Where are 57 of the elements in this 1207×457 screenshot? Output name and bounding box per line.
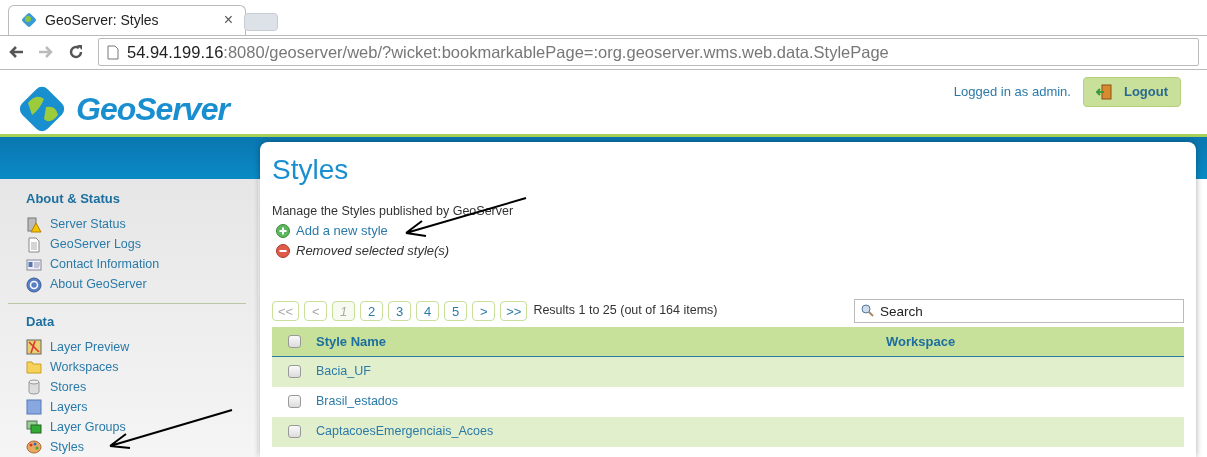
logout-button[interactable]: Logout — [1082, 77, 1181, 107]
column-header[interactable]: Style Name — [316, 331, 886, 351]
door-icon — [1095, 83, 1114, 101]
sidebar-item[interactable]: Contact Information — [26, 254, 246, 275]
style-name-link[interactable]: Bacia_UF — [316, 362, 371, 382]
database-icon — [26, 379, 42, 395]
document-icon — [26, 236, 42, 253]
pager-button[interactable]: 5 — [444, 300, 468, 321]
column-header[interactable]: Workspace — [886, 331, 956, 351]
sidebar-item[interactable]: Server Status — [26, 214, 246, 235]
sidebar-item[interactable]: Layer Groups — [26, 417, 246, 437]
row-checkbox[interactable] — [287, 395, 301, 409]
style-name-link[interactable]: CaptacoesEmergenciais_Acoes — [316, 422, 494, 442]
pager-button[interactable]: 2 — [360, 300, 384, 321]
server-warning-icon — [26, 216, 42, 233]
sidebar-item[interactable]: Layers — [26, 397, 246, 417]
pager-button[interactable]: > — [472, 300, 496, 321]
search-field[interactable]: Search — [854, 299, 1184, 324]
map-preview-icon — [26, 339, 42, 355]
login-status: Logged in as admin. — [953, 83, 1071, 102]
tab-close-button[interactable]: × — [223, 8, 233, 33]
sidebar-item[interactable]: Layer Preview — [26, 337, 246, 357]
row-checkbox[interactable] — [287, 425, 301, 439]
tab-title: GeoServer: Styles — [45, 10, 160, 30]
palette-icon — [26, 439, 42, 455]
pager-button[interactable]: 4 — [416, 300, 440, 321]
url-path: :8080/geoserver/web/?wicket:bookmarkablePage=:org.geoserver.wms.web.data.StylePage — [223, 43, 889, 62]
sidebar-heading: About & Status — [26, 190, 121, 208]
reload-icon[interactable] — [68, 44, 84, 61]
row-checkbox[interactable] — [287, 365, 301, 379]
style-name-link[interactable]: Brasil_estados — [316, 392, 398, 412]
sidebar-item[interactable]: Styles — [26, 437, 246, 457]
new-tab-button[interactable] — [244, 12, 278, 31]
address-bar[interactable]: 54.94.199.16:8080/geoserver/web/?wicket:bookmarkablePage=:org.geoserver.wms.web.data.StylePage — [98, 38, 1199, 67]
layer-group-icon — [26, 419, 42, 435]
sidebar-item[interactable]: Stores — [26, 377, 246, 397]
help-icon — [26, 276, 42, 293]
browser-tab[interactable]: GeoServer: Styles × — [8, 4, 246, 35]
add-icon — [276, 223, 290, 238]
sidebar-item[interactable]: GeoServer Logs — [26, 234, 246, 255]
add-style-link[interactable]: Add a new style — [272, 220, 1184, 241]
page-title: Styles — [272, 153, 350, 187]
pager-button[interactable]: 3 — [388, 300, 412, 321]
folder-icon — [26, 359, 42, 375]
sidebar-heading: Data — [26, 312, 56, 331]
contact-card-icon — [26, 256, 42, 273]
pager-button[interactable]: >> — [500, 300, 528, 321]
sidebar-item[interactable]: About GeoServer — [26, 274, 246, 295]
search-icon — [861, 303, 874, 317]
row-checkbox[interactable] — [287, 334, 301, 348]
results-count: Results 1 to 25 (out of 164 items) — [533, 302, 718, 320]
page-icon — [107, 44, 119, 60]
sidebar-item[interactable]: Workspaces — [26, 357, 246, 377]
url-host: 54.94.199.16 — [127, 43, 224, 62]
layer-icon — [26, 399, 42, 415]
logo-text: GeoServer — [76, 90, 229, 129]
remove-icon — [276, 243, 290, 258]
